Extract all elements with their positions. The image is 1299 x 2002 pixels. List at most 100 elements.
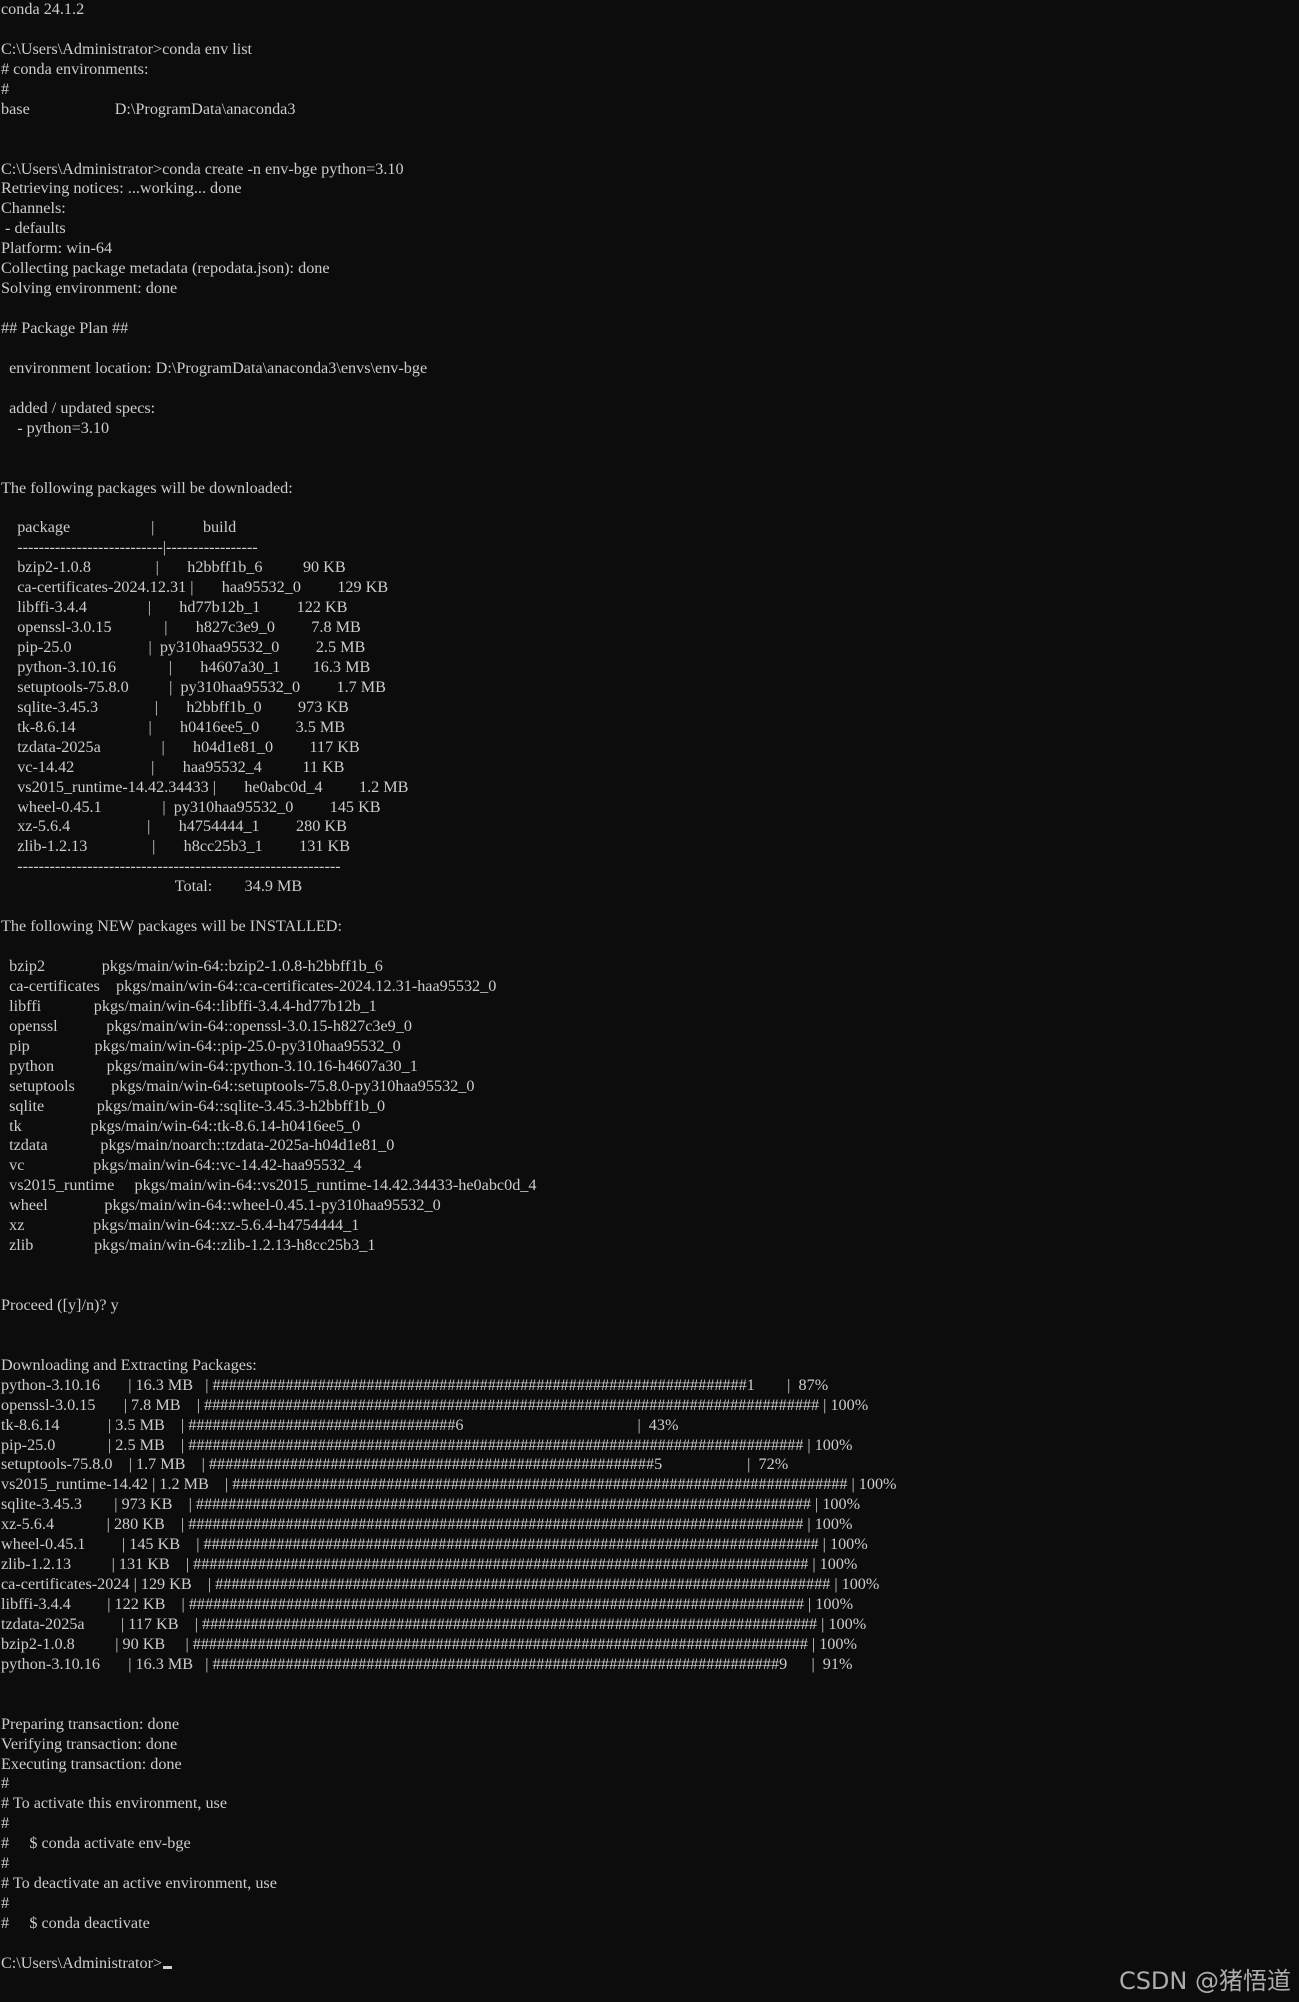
terminal-line-text: tzdata-2025a | 117 KB | ################… (1, 1614, 867, 1633)
terminal-line: base D:\ProgramData\anaconda3 (1, 100, 1299, 120)
terminal-line-text: - defaults (1, 219, 66, 238)
terminal-line-text: bzip2-1.0.8 | h2bbff1b_6 90 KB (1, 558, 346, 577)
terminal-line: # conda environments: (1, 60, 1299, 80)
terminal-line: libffi-3.4.4 | hd77b12b_1 122 KB (1, 598, 1299, 618)
terminal-line: wheel-0.45.1 | py310haa95532_0 145 KB (1, 798, 1299, 818)
terminal-line: bzip2 pkgs/main/win-64::bzip2-1.0.8-h2bb… (1, 957, 1299, 977)
terminal-line-text: # (1, 1774, 10, 1793)
terminal-line: pip-25.0 | 2.5 MB | ####################… (1, 1436, 1299, 1456)
terminal-line-text: # $ conda activate env-bge (1, 1834, 191, 1853)
terminal-line: pip pkgs/main/win-64::pip-25.0-py310haa9… (1, 1037, 1299, 1057)
terminal-line-text: sqlite-3.45.3 | 973 KB | ###############… (1, 1495, 861, 1514)
terminal-line-text: sqlite-3.45.3 | h2bbff1b_0 973 KB (1, 697, 349, 716)
terminal-line-text: Channels: (1, 199, 66, 218)
terminal-line: - python=3.10 (1, 419, 1299, 439)
terminal-line-text: vc-14.42 | haa95532_4 11 KB (1, 757, 345, 776)
terminal-line: tk pkgs/main/win-64::tk-8.6.14-h0416ee5_… (1, 1117, 1299, 1137)
terminal-line: wheel-0.45.1 | 145 KB | ################… (1, 1535, 1299, 1555)
terminal-line: Preparing transaction: done (1, 1715, 1299, 1735)
terminal-line: The following NEW packages will be INSTA… (1, 917, 1299, 937)
terminal-line-text: bzip2 pkgs/main/win-64::bzip2-1.0.8-h2bb… (1, 957, 383, 975)
terminal-line: python-3.10.16 | 16.3 MB | #############… (1, 1655, 1299, 1675)
terminal-line: zlib-1.2.13 | 131 KB | #################… (1, 1555, 1299, 1575)
terminal-line: - defaults (1, 219, 1299, 239)
terminal-line: tzdata-2025a | 117 KB | ################… (1, 1615, 1299, 1635)
terminal-line: tk-8.6.14 | h0416ee5_0 3.5 MB (1, 718, 1299, 738)
terminal-line-text: openssl-3.0.15 | h827c3e9_0 7.8 MB (1, 618, 361, 637)
terminal-line-text: # (1, 1814, 10, 1833)
terminal-line-text: base D:\ProgramData\anaconda3 (1, 99, 296, 118)
terminal-line: ----------------------------------------… (1, 857, 1299, 877)
terminal-line-text: wheel pkgs/main/win-64::wheel-0.45.1-py3… (1, 1196, 441, 1215)
terminal-line: pip-25.0 | py310haa95532_0 2.5 MB (1, 638, 1299, 658)
terminal-line-text: python-3.10.16 | 16.3 MB | #############… (1, 1654, 853, 1673)
terminal-line-text: xz pkgs/main/win-64::xz-5.6.4-h4754444_1 (1, 1216, 360, 1235)
terminal-line-text: The following NEW packages will be INSTA… (1, 917, 342, 936)
terminal-line: openssl-3.0.15 | h827c3e9_0 7.8 MB (1, 618, 1299, 638)
terminal-line: sqlite-3.45.3 | 973 KB | ###############… (1, 1495, 1299, 1515)
terminal-line: # (1, 1814, 1299, 1834)
terminal-line-text: - python=3.10 (1, 418, 110, 437)
terminal-line: openssl-3.0.15 | 7.8 MB | ##############… (1, 1396, 1299, 1416)
terminal-line-text: conda 24.1.2 (1, 0, 85, 18)
terminal-line-text: ----------------------------------------… (1, 857, 341, 876)
terminal-line-text: tk-8.6.14 | h0416ee5_0 3.5 MB (1, 717, 346, 736)
terminal-line: Platform: win-64 (1, 239, 1299, 259)
terminal-line-text: C:\Users\Administrator> (1, 1953, 163, 1972)
terminal-line: Downloading and Extracting Packages: (1, 1356, 1299, 1376)
terminal-line-text: pip-25.0 | 2.5 MB | ####################… (1, 1435, 853, 1454)
terminal-line-text: ## Package Plan ## (1, 319, 129, 337)
terminal-line: python-3.10.16 | h4607a30_1 16.3 MB (1, 658, 1299, 678)
terminal-output[interactable]: conda 24.1.2 C:\Users\Administrator>conda… (1, 0, 1299, 1974)
terminal-line: # (1, 1774, 1299, 1794)
text-cursor (163, 1965, 173, 1969)
terminal-line-text: # $ conda deactivate (1, 1914, 150, 1932)
terminal-line-text: vs2015_runtime pkgs/main/win-64::vs2015_… (1, 1176, 537, 1195)
terminal-line-text: tk-8.6.14 | 3.5 MB | ###################… (1, 1415, 679, 1434)
terminal-line-text: # (1, 1894, 10, 1913)
terminal-line: ca-certificates pkgs/main/win-64::ca-cer… (1, 977, 1299, 997)
terminal-line-text: vs2015_runtime-14.42.34433 | he0abc0d_4 … (1, 777, 409, 796)
terminal-line: C:\Users\Administrator>conda env list (1, 40, 1299, 60)
terminal-line: Proceed ([y]/n)? y (1, 1296, 1299, 1316)
terminal-line-text: C:\Users\Administrator>conda env list (1, 39, 253, 58)
terminal-line-text: package | build (1, 518, 237, 537)
terminal-line-text: ca-certificates-2024 | 129 KB | ########… (1, 1575, 880, 1594)
terminal-line-text: vc pkgs/main/win-64::vc-14.42-haa95532_4 (1, 1156, 362, 1175)
terminal-line: Executing transaction: done (1, 1755, 1299, 1775)
terminal-line: python-3.10.16 | 16.3 MB | #############… (1, 1376, 1299, 1396)
terminal-line-text: openssl pkgs/main/win-64::openssl-3.0.15… (1, 1016, 412, 1035)
terminal-line: Solving environment: done (1, 279, 1299, 299)
terminal-line-text: wheel-0.45.1 | py310haa95532_0 145 KB (1, 797, 381, 816)
terminal-line: setuptools pkgs/main/win-64::setuptools-… (1, 1077, 1299, 1097)
terminal-line: libffi pkgs/main/win-64::libffi-3.4.4-hd… (1, 997, 1299, 1017)
terminal-line: xz-5.6.4 | 280 KB | ####################… (1, 1515, 1299, 1535)
terminal-line: openssl pkgs/main/win-64::openssl-3.0.15… (1, 1017, 1299, 1037)
terminal-line: ca-certificates-2024 | 129 KB | ########… (1, 1575, 1299, 1595)
terminal-line-text: # To activate this environment, use (1, 1794, 228, 1813)
terminal-line-text: The following packages will be downloade… (1, 478, 293, 497)
terminal-line: # $ conda activate env-bge (1, 1834, 1299, 1854)
terminal-line: ## Package Plan ## (1, 319, 1299, 339)
terminal-line: # (1, 1854, 1299, 1874)
terminal-line: Total: 34.9 MB (1, 877, 1299, 897)
terminal-line-text: zlib pkgs/main/win-64::zlib-1.2.13-h8cc2… (1, 1236, 376, 1255)
terminal-line: Retrieving notices: ...working... done (1, 179, 1299, 199)
terminal-line-text: setuptools-75.8.0 | py310haa95532_0 1.7 … (1, 677, 386, 696)
terminal-line: The following packages will be downloade… (1, 479, 1299, 499)
terminal-line-text: Downloading and Extracting Packages: (1, 1355, 257, 1374)
terminal-line-text: setuptools-75.8.0 | 1.7 MB | ###########… (1, 1455, 789, 1474)
terminal-line-text: libffi-3.4.4 | 122 KB | ################… (1, 1595, 854, 1613)
terminal-line-text: Total: 34.9 MB (1, 877, 303, 896)
terminal-line: ---------------------------|------------… (1, 538, 1299, 558)
